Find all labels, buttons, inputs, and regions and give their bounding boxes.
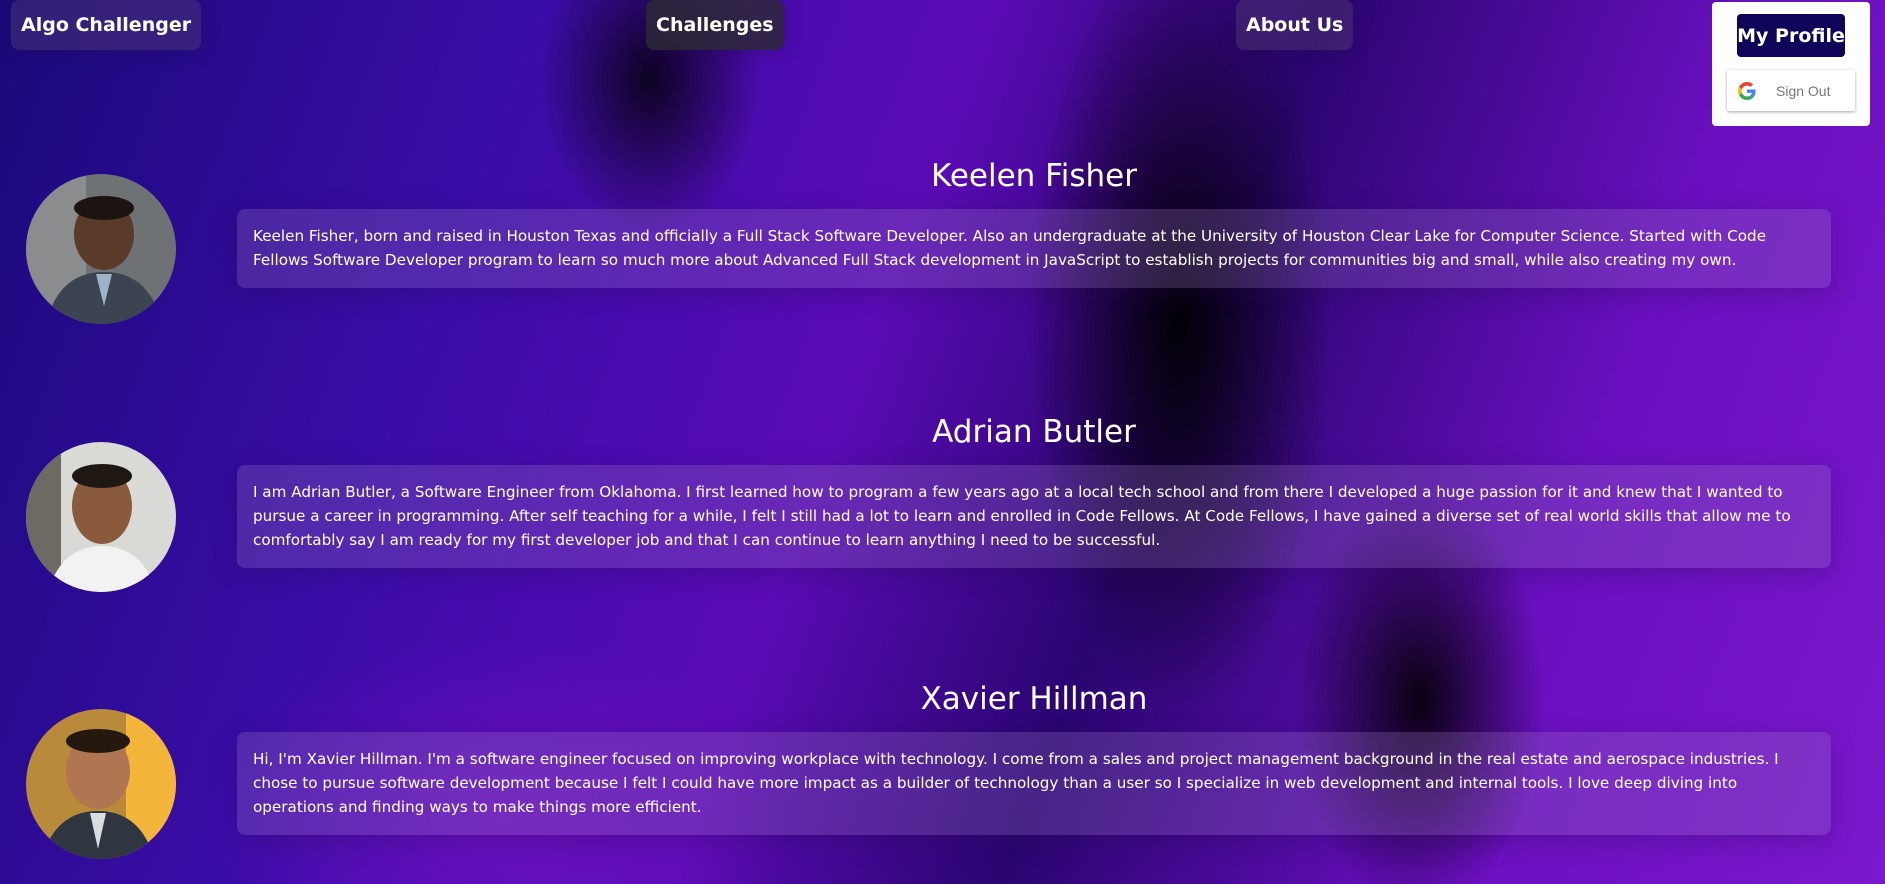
member-name: Adrian Butler <box>932 414 1136 450</box>
profile-panel: My Profile Sign Out <box>1712 2 1870 126</box>
sign-out-button[interactable]: Sign Out <box>1727 70 1855 111</box>
member-bio-card: Keelen Fisher, born and raised in Housto… <box>237 209 1831 288</box>
member-name: Xavier Hillman <box>920 681 1148 717</box>
brand-link[interactable]: Algo Challenger <box>11 0 202 50</box>
member-bio-card: Hi, I'm Xavier Hillman. I'm a software e… <box>237 732 1831 835</box>
sign-out-label: Sign Out <box>1776 82 1831 99</box>
member-avatar <box>26 174 176 324</box>
member-bio-card: I am Adrian Butler, a Software Engineer … <box>237 465 1831 568</box>
member-avatar <box>26 709 176 859</box>
about-us-link[interactable]: About Us <box>1236 0 1354 50</box>
member-bio: Hi, I'm Xavier Hillman. I'm a software e… <box>253 750 1779 816</box>
challenges-link[interactable]: Challenges <box>646 0 784 50</box>
member-bio: I am Adrian Butler, a Software Engineer … <box>253 483 1791 549</box>
my-profile-button[interactable]: My Profile <box>1737 14 1845 57</box>
google-g-icon <box>1738 81 1756 100</box>
member-bio: Keelen Fisher, born and raised in Housto… <box>253 227 1767 269</box>
member-avatar <box>26 442 176 592</box>
member-name: Keelen Fisher <box>931 158 1137 194</box>
